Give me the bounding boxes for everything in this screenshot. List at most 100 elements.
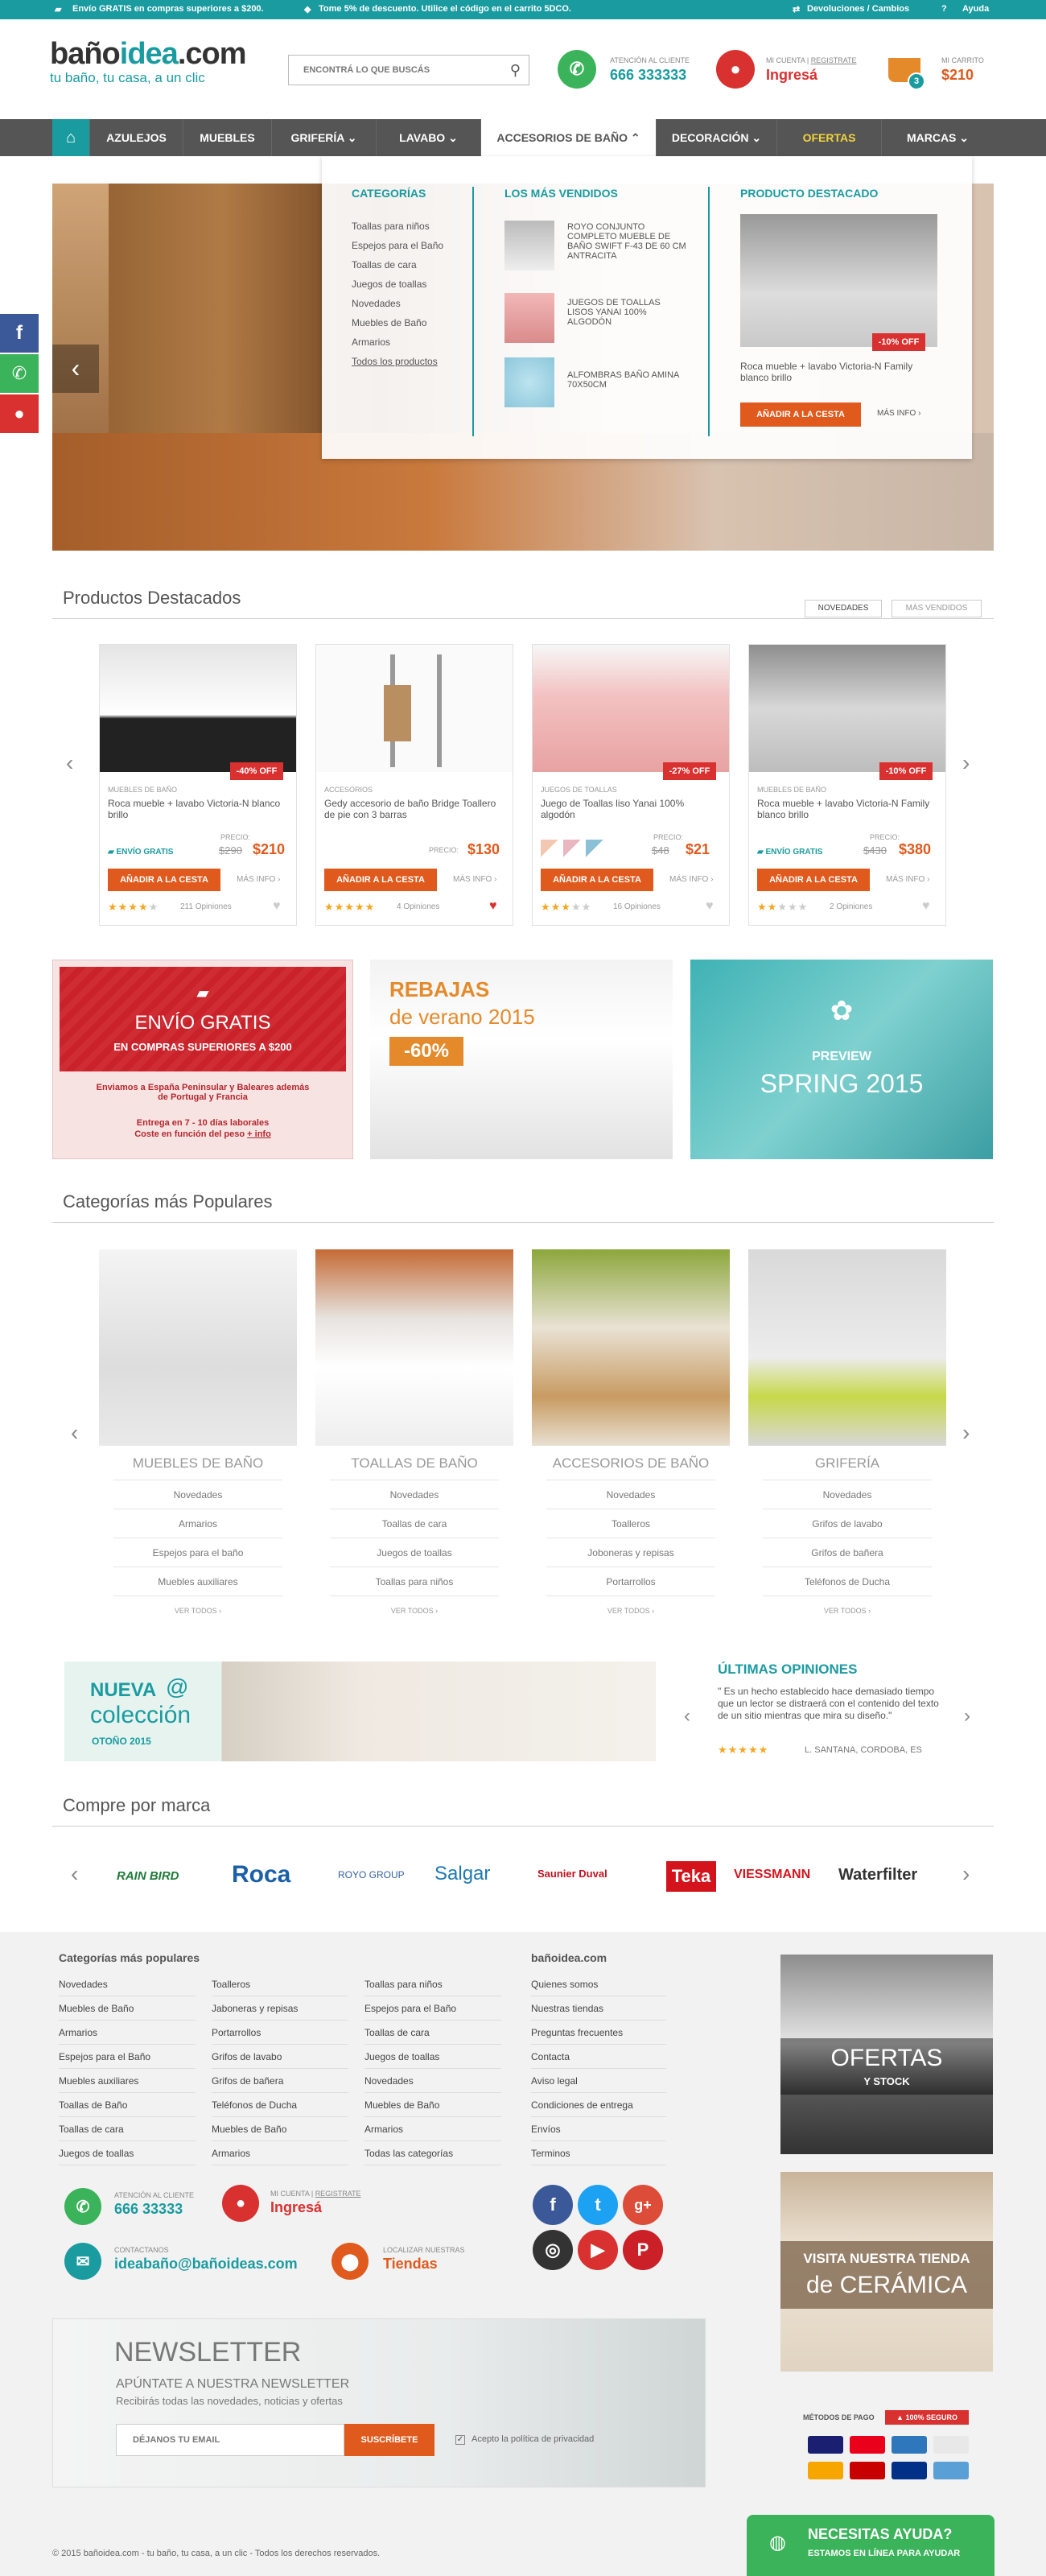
category-image[interactable] [748, 1249, 946, 1446]
footer-link[interactable]: Armarios [59, 2021, 196, 2045]
review-count[interactable]: 4 Opiniones [397, 902, 439, 911]
footer-link[interactable]: Condiciones de entrega [531, 2093, 666, 2117]
footer-link[interactable]: Juegos de toallas [59, 2141, 196, 2165]
register-link[interactable]: REGISTRATE [811, 56, 857, 64]
subscribe-button[interactable]: SUSCRÍBETE [344, 2424, 434, 2456]
nav-lavabo[interactable]: LAVABO ⌄ [376, 119, 480, 156]
brand-logo-roca[interactable]: Roca [232, 1861, 290, 1889]
footer-link[interactable]: Terminos [531, 2141, 666, 2165]
spring-preview-banner[interactable]: ✿ PREVIEW SPRING 2015 [690, 960, 993, 1159]
add-to-cart-button[interactable]: AÑADIR A LA CESTA [541, 869, 653, 891]
nav-marcas[interactable]: MARCAS ⌄ [881, 119, 994, 156]
footer-link[interactable]: Espejos para el Baño [59, 2045, 196, 2069]
products-next-arrow[interactable]: › [962, 750, 970, 776]
tab-mas-vendidos[interactable]: MÁS VENDIDOS [892, 600, 982, 617]
returns-link[interactable]: Devoluciones / Cambios [807, 4, 909, 14]
wishlist-heart-icon[interactable]: ♥ [922, 899, 930, 914]
brand-logo-waterfilter[interactable]: Waterfilter [838, 1866, 917, 1885]
footer-link[interactable]: Preguntas frecuentes [531, 2021, 666, 2045]
color-swatch[interactable] [541, 840, 558, 857]
category-link[interactable]: Grifos de bañera [763, 1538, 932, 1567]
more-info-link[interactable]: + info [247, 1129, 271, 1139]
hero-prev-arrow[interactable]: ‹ [52, 345, 99, 393]
brand-logo-royo[interactable]: ROYO GROUP [338, 1869, 405, 1880]
review-count[interactable]: 2 Opiniones [830, 902, 872, 911]
more-info-link[interactable]: MÁS INFO › [237, 875, 280, 884]
wishlist-heart-icon[interactable]: ♥ [706, 899, 714, 914]
nav-griferia[interactable]: GRIFERÍA ⌄ [271, 119, 376, 156]
whatsapp-icon[interactable]: ✆ [558, 50, 596, 89]
featured-more-info-link[interactable]: MÁS INFO › [877, 409, 920, 418]
more-info-link[interactable]: MÁS INFO › [453, 875, 496, 884]
offers-stock-banner[interactable]: OFERTAS Y STOCK [780, 1955, 993, 2154]
category-image[interactable] [99, 1249, 297, 1446]
add-to-cart-button[interactable]: AÑADIR A LA CESTA [757, 869, 870, 891]
user-icon[interactable]: ● [716, 50, 755, 89]
add-to-cart-button[interactable]: AÑADIR A LA CESTA [108, 869, 220, 891]
dropdown-all-link[interactable]: Todos los productos [352, 356, 438, 367]
footer-link[interactable]: Teléfonos de Ducha [212, 2093, 348, 2117]
product-image[interactable] [100, 645, 296, 772]
footer-link[interactable]: Novedades [59, 1972, 196, 1996]
product-name[interactable]: Gedy accesorio de baño Bridge Toallero d… [324, 798, 501, 820]
wishlist-heart-icon[interactable]: ♥ [489, 899, 497, 914]
help-chat-button[interactable]: ◍ NECESITAS AYUDA? ESTAMOS EN LÍNEA PARA… [747, 2515, 995, 2576]
best-product-name[interactable]: ALFOMBRAS BAÑO AMINA 70X50CM [567, 370, 680, 390]
category-link[interactable]: Portarrollos [546, 1567, 715, 1596]
footer-link[interactable]: Muebles auxiliares [59, 2069, 196, 2093]
pinterest-icon[interactable]: P [623, 2230, 663, 2270]
more-info-link[interactable]: MÁS INFO › [886, 875, 929, 884]
more-info-link[interactable]: MÁS INFO › [669, 875, 713, 884]
wishlist-heart-icon[interactable]: ♥ [273, 899, 281, 914]
best-product-name[interactable]: ROYO CONJUNTO COMPLETO MUEBLE DE BAÑO SW… [567, 222, 688, 261]
footer-link[interactable]: Grifos de lavabo [212, 2045, 348, 2069]
support-phone[interactable]: 666 333333 [610, 67, 686, 84]
category-link[interactable]: Novedades [763, 1480, 932, 1509]
footer-link[interactable]: Muebles de Baño [59, 1996, 196, 2021]
category-card[interactable]: TOALLAS DE BAÑO Novedades Toallas de car… [315, 1249, 513, 1636]
search-input[interactable]: ENCONTRÁ LO QUE BUSCÁS [303, 65, 430, 75]
review-count[interactable]: 211 Opiniones [180, 902, 232, 911]
logo[interactable]: bañoidea.com tu baño, tu casa, a un clic [50, 37, 247, 86]
best-product-name[interactable]: JUEGOS DE TOALLAS LISOS YANAI 100% ALGOD… [567, 298, 680, 327]
categories-prev-arrow[interactable]: ‹ [71, 1420, 78, 1446]
opinions-next-arrow[interactable]: › [964, 1705, 970, 1728]
tab-novedades[interactable]: NOVEDADES [805, 600, 882, 617]
footer-link[interactable]: Novedades [364, 2069, 501, 2093]
dropdown-cat-link[interactable]: Espejos para el Baño [352, 240, 443, 251]
color-swatch[interactable] [586, 840, 603, 857]
footer-link[interactable]: Toallas de Baño [59, 2093, 196, 2117]
footer-link[interactable]: Envíos [531, 2117, 666, 2141]
user-side-icon[interactable]: ● [0, 394, 39, 433]
category-name[interactable]: GRIFERÍA [748, 1455, 946, 1472]
nav-azulejos[interactable]: AZULEJOS [89, 119, 183, 156]
brand-logo-rainbird[interactable]: RAIN BIRD [117, 1869, 179, 1883]
product-card[interactable]: ACCESORIOS Gedy accesorio de baño Bridge… [315, 644, 513, 926]
best-product-image[interactable] [504, 221, 554, 270]
dropdown-cat-link[interactable]: Muebles de Baño [352, 317, 426, 328]
footer-link[interactable]: Jaboneras y repisas [212, 1996, 348, 2021]
location-icon[interactable]: ⬤ [332, 2243, 369, 2280]
dropdown-cat-link[interactable]: Armarios [352, 336, 390, 348]
dropdown-cat-link[interactable]: Toallas de cara [352, 259, 417, 270]
category-link[interactable]: Toallas para niños [330, 1567, 499, 1596]
footer-link[interactable]: Toalleros [212, 1972, 348, 1996]
new-collection-banner[interactable]: NUEVA @ colección OTOÑO 2015 [64, 1662, 656, 1761]
brands-prev-arrow[interactable]: ‹ [71, 1861, 78, 1887]
opinions-prev-arrow[interactable]: ‹ [684, 1705, 690, 1728]
product-image[interactable] [533, 645, 729, 772]
category-link[interactable]: Grifos de lavabo [763, 1509, 932, 1538]
category-link[interactable]: Toallas de cara [330, 1509, 499, 1538]
see-all-link[interactable]: VER TODOS › [330, 1596, 499, 1624]
featured-product-image[interactable] [740, 214, 937, 347]
footer-link[interactable]: Grifos de bañera [212, 2069, 348, 2093]
product-image[interactable] [316, 645, 513, 772]
help-link[interactable]: Ayuda [962, 4, 989, 14]
category-link[interactable]: Espejos para el baño [113, 1538, 282, 1567]
product-card[interactable]: -10% OFF MUEBLES DE BAÑO Roca mueble + l… [748, 644, 946, 926]
nav-decoracion[interactable]: DECORACIÓN ⌄ [656, 119, 776, 156]
footer-link[interactable]: Muebles de Baño [364, 2093, 501, 2117]
free-shipping-banner[interactable]: ▰ ENVÍO GRATIS EN COMPRAS SUPERIORES A $… [52, 960, 353, 1159]
visit-store-banner[interactable]: VISITA NUESTRA TIENDA de CERÁMICA [780, 2172, 993, 2372]
nav-accesorios[interactable]: ACCESORIOS DE BAÑO ⌃ [480, 119, 656, 156]
